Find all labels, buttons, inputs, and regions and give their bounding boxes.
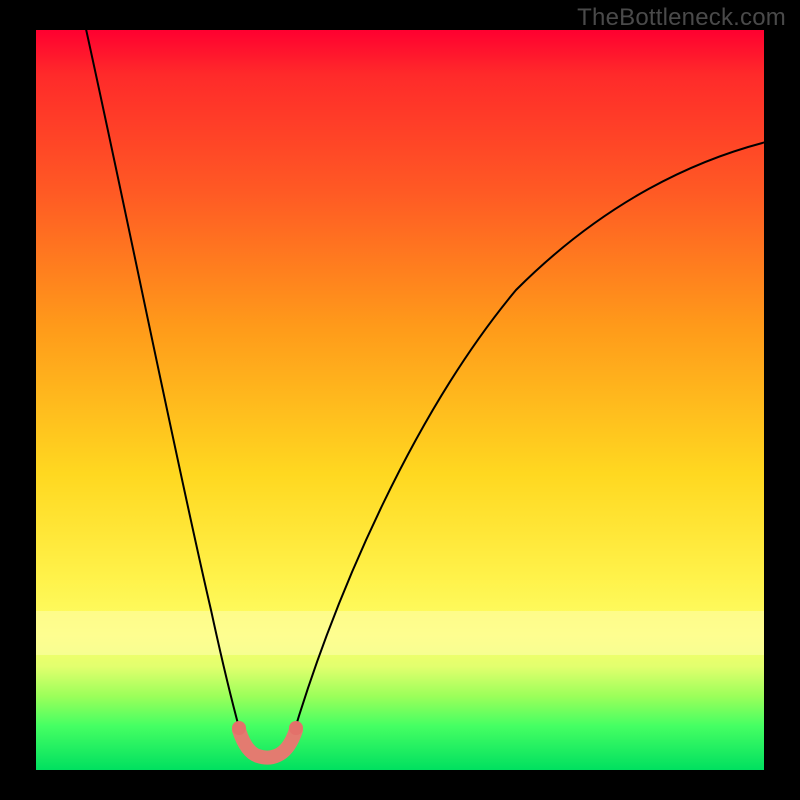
curve-right xyxy=(291,142,764,742)
valley-highlight xyxy=(239,730,296,758)
bottleneck-gradient-plot xyxy=(36,30,764,770)
curve-layer xyxy=(36,30,764,770)
chart-frame: TheBottleneck.com xyxy=(0,0,800,800)
valley-dot-left xyxy=(232,721,246,735)
valley-dot-right xyxy=(289,721,303,735)
curve-left xyxy=(84,30,243,742)
watermark-text: TheBottleneck.com xyxy=(577,4,786,32)
